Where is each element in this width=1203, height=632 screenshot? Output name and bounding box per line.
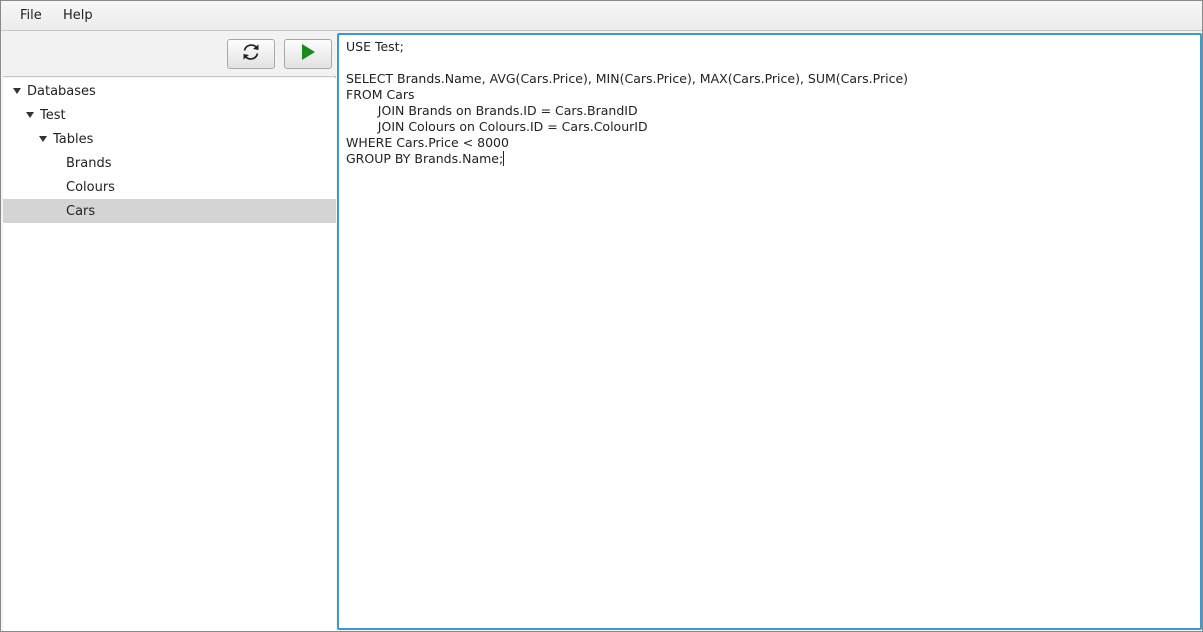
tree-item-label: Test [40,107,66,123]
expand-arrow-icon[interactable] [39,136,47,142]
expand-arrow-icon[interactable] [26,112,34,118]
refresh-icon [240,41,262,67]
code-text: JOIN Brands on Brands.ID = Cars.BrandID [346,103,638,118]
refresh-button[interactable] [227,39,275,69]
tree-item-label: Tables [53,131,94,147]
expand-arrow-icon[interactable] [13,88,21,94]
tree-item-test[interactable]: Test [3,103,336,127]
tree-item-tables[interactable]: Tables [3,127,336,151]
code-text: USE Test; [346,39,404,54]
code-line: SELECT Brands.Name, AVG(Cars.Price), MIN… [346,71,908,87]
database-tree[interactable]: Databases Test Tables Brands Colours Cars [3,78,336,631]
app-window: File Help Databases Test Tables Brands C… [0,0,1203,632]
tree-item-colours[interactable]: Colours [3,175,336,199]
tree-item-label: Brands [66,155,112,171]
sql-editor[interactable]: USE Test; SELECT Brands.Name, AVG(Cars.Pr… [337,33,1202,630]
tree-item-brands[interactable]: Brands [3,151,336,175]
menu-help[interactable]: Help [63,8,93,23]
code-line: FROM Cars [346,87,908,103]
text-caret [503,151,505,166]
code-line: WHERE Cars.Price < 8000 [346,135,908,151]
toolbar [3,32,336,77]
tree-item-label: Colours [66,179,115,195]
code-line: JOIN Brands on Brands.ID = Cars.BrandID [346,103,908,119]
code-line: JOIN Colours on Colours.ID = Cars.Colour… [346,119,908,135]
code-line: USE Test; [346,39,908,55]
code-text: JOIN Colours on Colours.ID = Cars.Colour… [346,119,648,134]
code-text: GROUP BY Brands.Name; [346,151,504,166]
play-icon [299,43,317,65]
menu-file[interactable]: File [20,8,42,23]
run-button[interactable] [284,39,332,69]
tree-item-label: Databases [27,83,96,99]
code-text: FROM Cars [346,87,415,102]
menu-bar: File Help [1,1,1202,31]
code-line: GROUP BY Brands.Name; [346,151,908,167]
tree-item-cars[interactable]: Cars [3,199,336,223]
left-pane: Databases Test Tables Brands Colours Cars [3,32,336,631]
code-text: WHERE Cars.Price < 8000 [346,135,509,150]
sql-code[interactable]: USE Test; SELECT Brands.Name, AVG(Cars.Pr… [346,39,908,167]
code-text: SELECT Brands.Name, AVG(Cars.Price), MIN… [346,71,909,86]
tree-item-label: Cars [66,203,96,219]
tree-item-databases[interactable]: Databases [3,79,336,103]
